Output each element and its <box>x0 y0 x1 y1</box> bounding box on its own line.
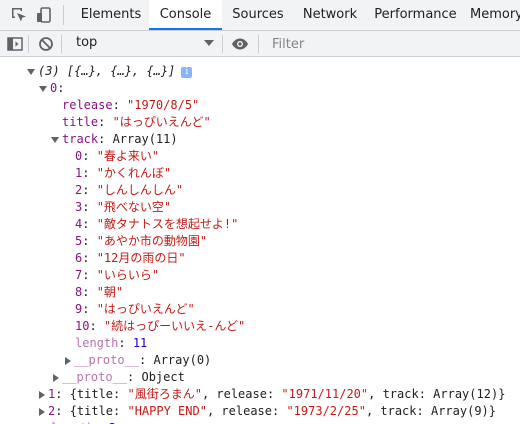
track-entry: 0: "春よ来い" <box>75 149 160 163</box>
property-key: __proto__ <box>74 353 140 367</box>
track-title: "いらいら" <box>96 268 160 282</box>
property-key: title <box>62 115 99 129</box>
collapse-arrow-icon[interactable] <box>65 356 71 365</box>
inspect-element-icon[interactable] <box>10 6 28 24</box>
property-key: __proto__ <box>62 370 128 384</box>
tab-bar-separator <box>63 5 64 25</box>
context-selector[interactable]: top <box>68 33 218 54</box>
property-key: length <box>75 336 119 350</box>
device-toolbar-icon[interactable] <box>35 6 53 24</box>
track-entry: 5: "あやか市の動物園" <box>75 234 208 248</box>
sidebar-toggle-icon[interactable] <box>6 35 24 53</box>
track-title: "あやか市の動物園" <box>96 234 208 248</box>
array-preview: [{…}, {…}, {…}] <box>66 64 176 78</box>
item-2-row[interactable]: 2: {title: "HAPPY END", release: "1973/2… <box>39 403 496 420</box>
track-entry: 8: "朝" <box>75 285 124 299</box>
tab-console[interactable]: Console <box>149 0 222 30</box>
property-value: 11 <box>132 336 148 350</box>
toolbar-separator <box>61 35 62 53</box>
track-entry: 1: "かくれんぼ" <box>75 166 172 180</box>
track-title: "はっぴいえんど" <box>96 302 195 316</box>
track-entry: 9: "はっぴいえんど" <box>75 302 195 316</box>
array-summary-row[interactable]: (3) [{…}, {…}, {…}] i <box>27 63 193 80</box>
tab-elements[interactable]: Elements <box>73 0 149 30</box>
track-entry: 2: "しんしんしん" <box>75 183 184 197</box>
array-count: (3) <box>38 64 67 78</box>
collapse-arrow-icon[interactable] <box>39 390 45 399</box>
collapse-arrow-icon[interactable] <box>53 373 59 382</box>
property-key: release <box>62 98 113 112</box>
item-track: Array(9) <box>430 404 489 418</box>
devtools-tab-bar: Elements Console Sources Network Perform… <box>0 0 520 31</box>
track-proto-row[interactable]: __proto__: Array(0) <box>65 352 211 369</box>
item-release: "1971/11/20" <box>281 387 369 401</box>
track-entry: 6: "12月の雨の日" <box>75 251 186 265</box>
toolbar-separator <box>258 35 259 53</box>
filter-input[interactable] <box>264 34 520 54</box>
item-1-row[interactable]: 1: {title: "風街ろまん", release: "1971/11/20… <box>39 386 505 403</box>
item-0-row[interactable]: 0: <box>39 80 64 97</box>
toolbar-separator <box>28 35 29 53</box>
track-title: "12月の雨の日" <box>96 251 186 265</box>
track-entry: 3: "飛べない空" <box>75 200 172 214</box>
toolbar-separator <box>222 35 223 53</box>
context-selector-value: top <box>76 35 98 50</box>
expand-arrow-icon[interactable] <box>51 136 59 143</box>
live-expression-eye-icon[interactable] <box>231 35 249 53</box>
track-entry: 10: "続はっぴーいいえ-んど" <box>75 319 246 333</box>
track-title: "春よ来い" <box>96 149 160 163</box>
track-entry: 4: "敵タナトスを想起せよ!" <box>75 217 239 231</box>
title-property-row: title: "はっぴいえんど" <box>62 115 211 129</box>
property-value: Object <box>141 370 185 384</box>
collapse-arrow-icon[interactable] <box>39 407 45 416</box>
property-value: "はっぴいえんど" <box>112 115 211 129</box>
property-value: Array(11) <box>112 132 178 146</box>
tab-memory[interactable]: Memory <box>470 0 520 30</box>
item-title: "風街ろまん" <box>127 387 202 401</box>
array-length-row: length: 3 <box>51 420 116 424</box>
track-entry: 7: "いらいら" <box>75 268 160 282</box>
property-value: "1970/8/5" <box>127 98 200 112</box>
item-track: Array(12) <box>433 387 499 401</box>
tab-sources[interactable]: Sources <box>222 0 294 30</box>
property-value: Array(0) <box>153 353 212 367</box>
object-proto-row[interactable]: __proto__: Object <box>53 369 185 386</box>
track-property-row[interactable]: track: Array(11) <box>51 131 178 148</box>
expand-arrow-icon[interactable] <box>39 85 47 92</box>
property-key: track <box>62 132 99 146</box>
dropdown-arrow-icon <box>204 40 214 46</box>
console-toolbar: top <box>0 31 520 57</box>
expand-arrow-icon[interactable] <box>27 68 35 75</box>
release-property-row: release: "1970/8/5" <box>62 98 200 112</box>
item-title: "HAPPY END" <box>127 404 207 418</box>
track-index: 10 <box>75 319 90 333</box>
tab-network[interactable]: Network <box>294 0 366 30</box>
track-length-row: length: 11 <box>75 336 148 350</box>
track-title: "しんしんしん" <box>96 183 184 197</box>
item-release: "1973/2/25" <box>286 404 366 418</box>
track-title: "朝" <box>96 285 124 299</box>
track-title: "敵タナトスを想起せよ!" <box>96 217 239 231</box>
tab-performance[interactable]: Performance <box>366 0 465 30</box>
track-title: "続はっぴーいいえ-んど" <box>103 319 246 333</box>
info-icon[interactable]: i <box>181 67 193 78</box>
console-output: (3) [{…}, {…}, {…}] i 0: release: "1970/8… <box>0 57 520 424</box>
clear-console-icon[interactable] <box>37 35 55 53</box>
track-title: "飛べない空" <box>96 200 172 214</box>
track-title: "かくれんぼ" <box>96 166 172 180</box>
